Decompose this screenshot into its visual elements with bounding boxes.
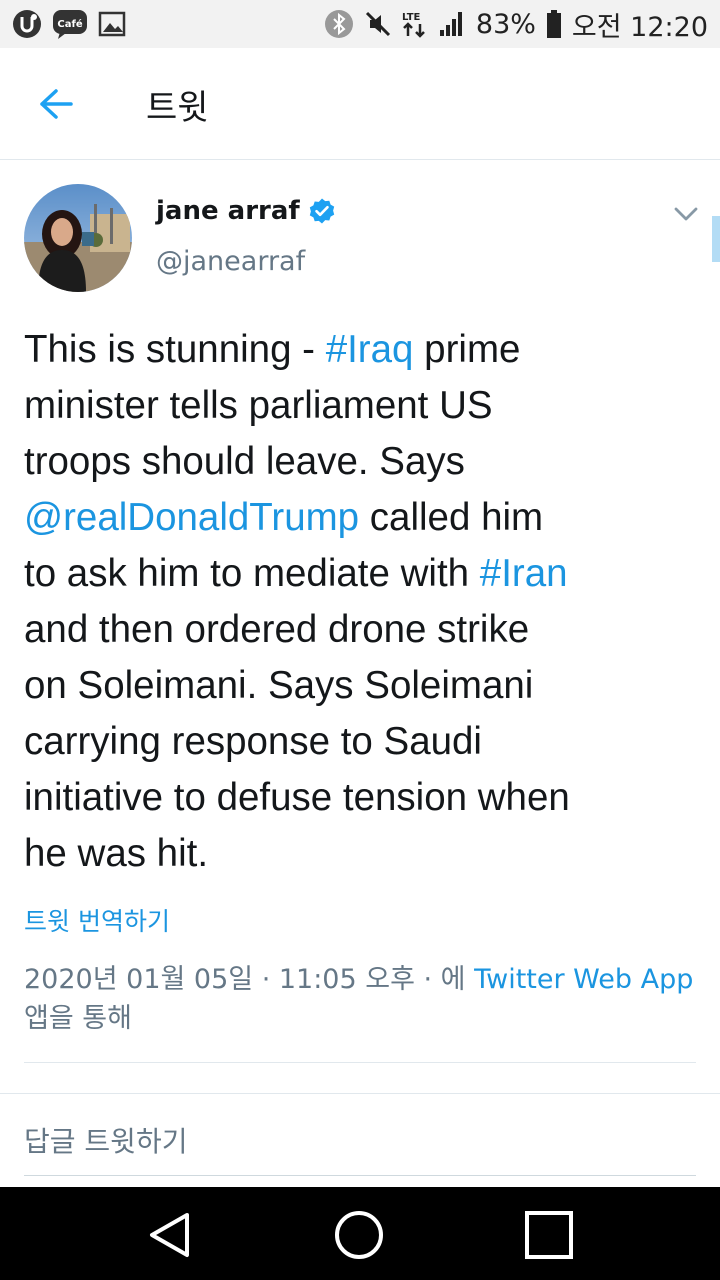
reply-input-underline (24, 1175, 696, 1176)
battery-icon (546, 9, 562, 39)
top-app-bar: 트윗 (0, 48, 720, 160)
verified-badge-icon (309, 198, 334, 224)
nav-home-button[interactable] (329, 1205, 389, 1265)
status-bar-right: LTE 83% 오전 12:20 (324, 8, 708, 43)
tweet-text-line: and then ordered drone strike (24, 602, 696, 658)
back-triangle-icon (150, 1213, 189, 1257)
tweet-text-segment: carrying response to Saudi (24, 720, 482, 763)
tweet-text-line: initiative to defuse tension when (24, 770, 696, 826)
tweet-text-segment: prime (413, 328, 521, 371)
hashtag-link[interactable]: #Iran (480, 552, 568, 595)
author-handle[interactable]: @janearraf (156, 246, 305, 277)
back-arrow-icon (40, 89, 73, 119)
tweet-text-line: he was hit. (24, 826, 696, 882)
divider (24, 1062, 696, 1063)
author-name[interactable]: jane arraf (156, 196, 336, 226)
back-button[interactable] (32, 82, 80, 126)
tweet-text-segment: and then ordered drone strike (24, 608, 530, 651)
mute-icon (364, 10, 392, 38)
app-u-icon (12, 9, 42, 39)
more-options-button[interactable] (670, 198, 702, 230)
source-app-link[interactable]: Twitter Web App (474, 964, 693, 995)
tweet-meta: 2020년 01월 05일 · 11:05 오후 · 에 Twitter Web… (24, 960, 704, 1038)
home-circle-icon (335, 1211, 383, 1259)
cafe-label: Café (57, 18, 82, 30)
signal-icon (438, 10, 466, 38)
chevron-down-icon (674, 207, 698, 221)
tweet-text: This is stunning - #Iraq prime minister t… (24, 322, 696, 882)
nav-back-button[interactable] (140, 1205, 200, 1265)
tweet-text-segment: to ask him to mediate with (24, 552, 480, 595)
tweet-text-segment: called him (359, 496, 544, 539)
tweet-text-line: @realDonaldTrump called him (24, 490, 696, 546)
lte-label: LTE (402, 12, 421, 23)
tweet-text-line: on Soleimani. Says Soleimani (24, 658, 696, 714)
divider (0, 1093, 720, 1094)
tweet-text-line: to ask him to mediate with #Iran (24, 546, 696, 602)
tweet-text-line: This is stunning - #Iraq prime (24, 322, 696, 378)
bluetooth-icon (324, 9, 354, 39)
author-name-label: jane arraf (156, 196, 300, 226)
nav-recents-button[interactable] (519, 1205, 579, 1265)
cafe-chat-icon: Café (52, 8, 88, 40)
system-nav-bar (0, 1187, 720, 1280)
battery-percent: 83% (475, 8, 536, 40)
tweet-text-segment: minister tells parliament US (24, 384, 493, 427)
hashtag-link[interactable]: #Iraq (326, 328, 414, 371)
gallery-icon (98, 11, 126, 37)
tweet-text-segment: troops should leave. Says (24, 440, 465, 483)
reply-input[interactable]: 답글 트윗하기 (24, 1120, 187, 1160)
lte-data-icon: LTE (402, 9, 428, 39)
scrollbar-thumb[interactable] (712, 216, 720, 262)
status-bar: Café LTE 83% 오전 12:20 (0, 0, 720, 48)
tweet-text-segment: This is stunning - (24, 328, 326, 371)
status-bar-left: Café (12, 8, 126, 40)
tweet-text-line: carrying response to Saudi (24, 714, 696, 770)
page-title: 트윗 (146, 88, 209, 128)
recents-square-icon (525, 1211, 573, 1259)
status-time: 오전 12:20 (571, 11, 708, 43)
tweet-text-segment: initiative to defuse tension when (24, 776, 570, 819)
tweet-timestamp: 2020년 01월 05일 · 11:05 오후 · 에 (24, 964, 475, 995)
translate-tweet-link[interactable]: 트윗 번역하기 (24, 902, 170, 938)
tweet-text-segment: he was hit. (24, 832, 209, 875)
mention-link[interactable]: @realDonaldTrump (24, 496, 359, 539)
avatar-photo (24, 184, 132, 292)
tweet-source-suffix: 앱을 통해 (24, 1003, 132, 1034)
tweet-text-line: troops should leave. Says (24, 434, 696, 490)
tweet-text-line: minister tells parliament US (24, 378, 696, 434)
avatar[interactable] (24, 184, 132, 292)
tweet-text-segment: on Soleimani. Says Soleimani (24, 664, 534, 707)
